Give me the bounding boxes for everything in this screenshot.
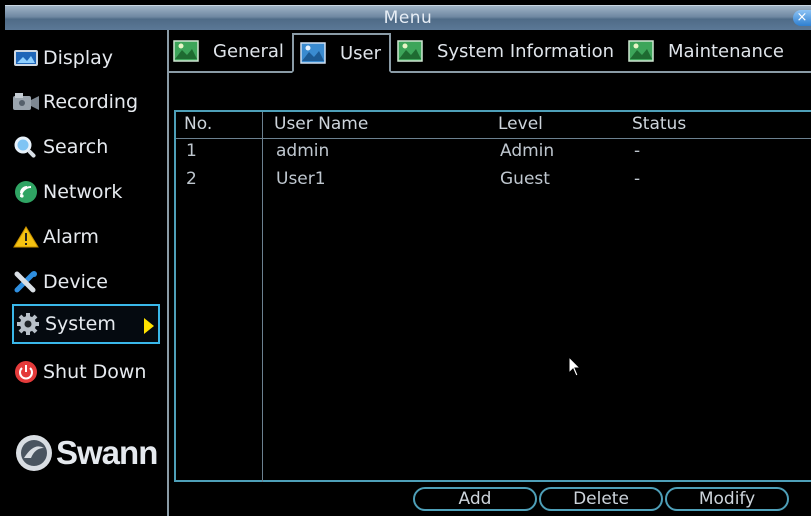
add-button[interactable]: Add [413, 487, 537, 511]
power-icon [12, 360, 40, 384]
column-header-level: Level [498, 114, 543, 134]
sidebar: Display Recording Search Network Alarm D… [7, 30, 169, 516]
sidebar-item-label: Alarm [43, 226, 99, 248]
alarm-icon [12, 225, 40, 249]
logo-text: Swann [56, 434, 158, 471]
gear-icon [14, 312, 42, 336]
sidebar-item-network[interactable]: Network [12, 172, 160, 212]
device-icon [12, 270, 40, 294]
cell-user-name: User1 [276, 169, 326, 189]
cell-user-name: admin [276, 141, 330, 161]
sidebar-item-shut-down[interactable]: Shut Down [12, 352, 160, 392]
sidebar-item-alarm[interactable]: Alarm [12, 217, 160, 257]
tab-general[interactable]: General [167, 33, 292, 69]
display-icon [12, 46, 40, 70]
column-header-status: Status [632, 114, 687, 134]
landscape-icon [397, 40, 423, 62]
modify-button[interactable]: Modify [665, 487, 789, 511]
title-bar: Menu × [5, 5, 811, 30]
sidebar-item-system[interactable]: System [12, 304, 160, 344]
sidebar-item-label: Network [43, 181, 123, 203]
landscape-icon [300, 42, 326, 64]
tab-label: Maintenance [668, 40, 784, 62]
mouse-cursor-icon [568, 355, 582, 382]
sidebar-item-label: System [45, 313, 116, 335]
cell-no: 2 [186, 169, 197, 189]
dvr-menu-window: Menu × Display Recording Search Network … [0, 0, 811, 516]
cell-status: - [634, 169, 641, 189]
close-button[interactable]: × [793, 10, 811, 26]
delete-button[interactable]: Delete [539, 487, 663, 511]
sidebar-item-label: Shut Down [43, 361, 147, 383]
sidebar-item-label: Display [43, 47, 114, 69]
sidebar-item-recording[interactable]: Recording [12, 82, 160, 122]
cell-level: Admin [500, 141, 555, 161]
sidebar-item-search[interactable]: Search [12, 127, 160, 167]
sidebar-item-display[interactable]: Display [12, 38, 160, 78]
search-icon [12, 135, 40, 159]
window-title: Menu [383, 8, 433, 28]
landscape-icon [173, 40, 199, 62]
cell-level: Guest [500, 169, 550, 189]
swann-logo: Swann [15, 434, 158, 472]
submenu-arrow-icon [144, 318, 154, 334]
column-header-no: No. [184, 114, 213, 134]
table-row[interactable]: 2 User1 Guest - [176, 169, 811, 197]
table-header: No. User Name Level Status [176, 112, 811, 139]
landscape-icon [628, 40, 654, 62]
recording-icon [12, 90, 40, 114]
cell-status: - [634, 141, 641, 161]
sidebar-item-label: Device [43, 271, 108, 293]
tab-label: System Information [436, 40, 615, 62]
tab-label: General [213, 40, 284, 62]
cell-no: 1 [186, 141, 197, 161]
tab-bar: General User System Information Maintena… [167, 33, 811, 73]
network-icon [12, 180, 40, 204]
column-header-user-name: User Name [274, 114, 369, 134]
tab-label: User [339, 42, 381, 64]
sidebar-item-label: Search [43, 136, 109, 158]
sidebar-item-label: Recording [43, 91, 139, 113]
user-table: No. User Name Level Status 1 admin Admin… [174, 110, 811, 482]
tab-user[interactable]: User [291, 33, 391, 73]
tab-system-information[interactable]: System Information [391, 33, 622, 69]
tab-maintenance[interactable]: Maintenance [622, 33, 792, 69]
table-row[interactable]: 1 admin Admin - [176, 141, 811, 169]
sidebar-item-device[interactable]: Device [12, 262, 160, 302]
